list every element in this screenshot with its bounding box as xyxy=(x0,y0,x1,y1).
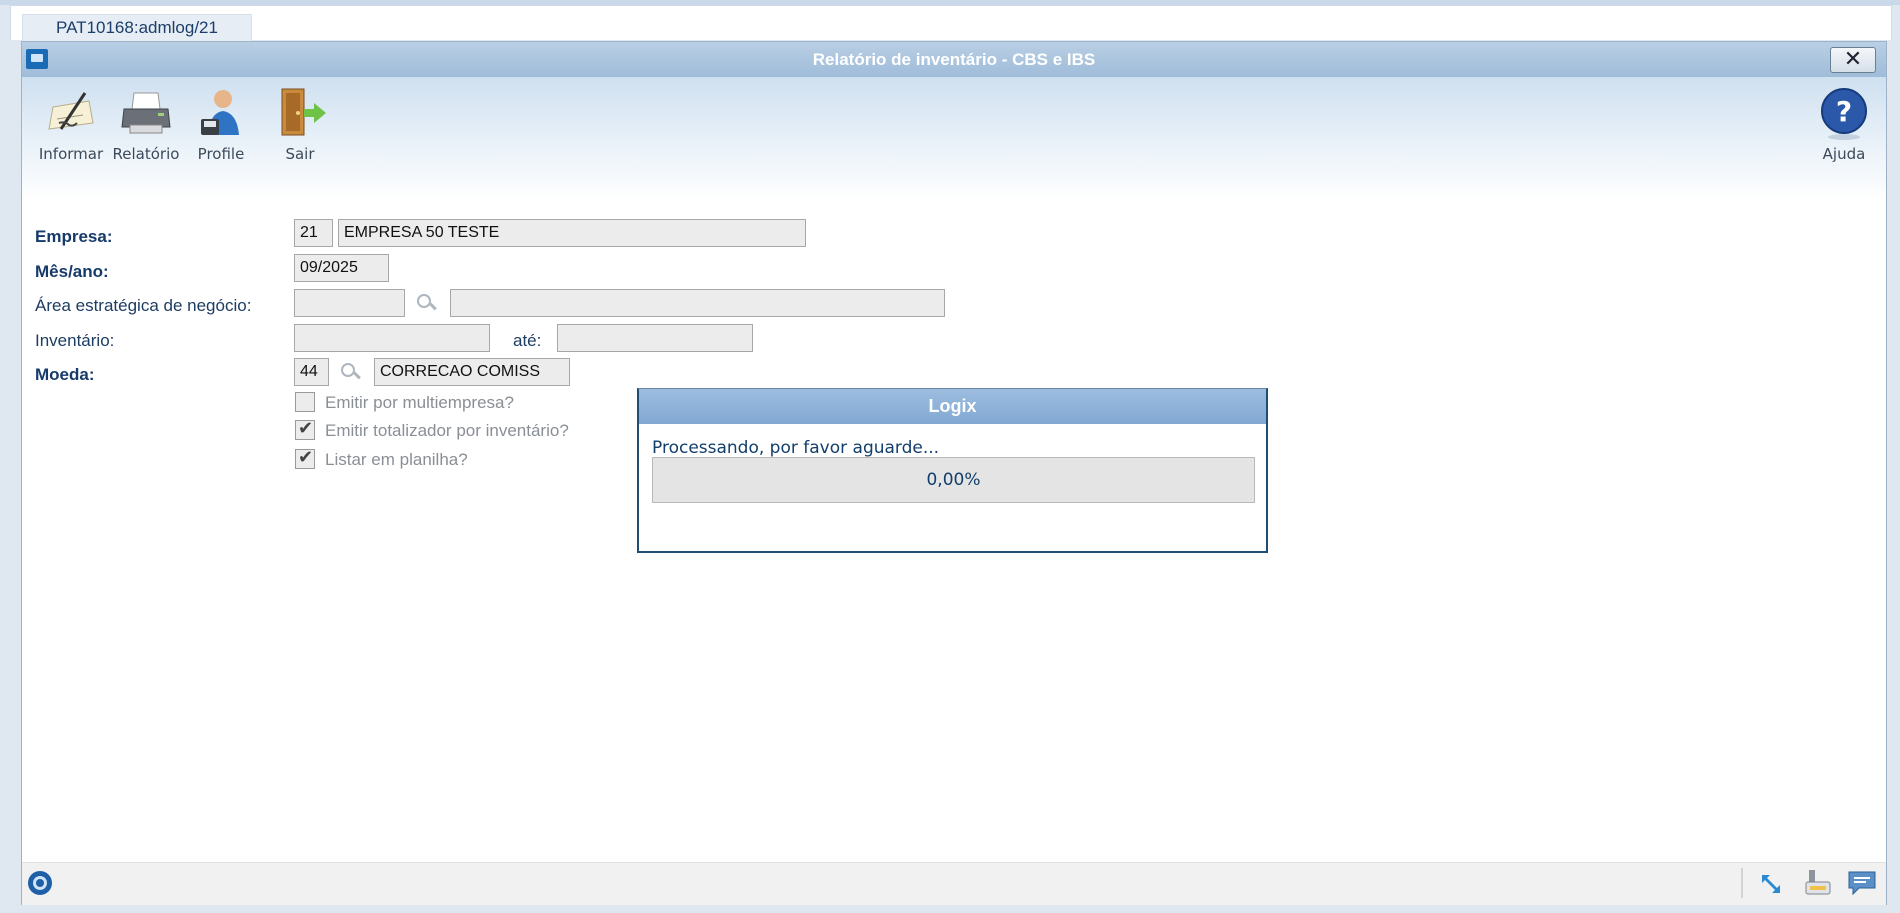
close-icon: ✕ xyxy=(1843,46,1863,71)
ate-label: até: xyxy=(513,331,542,350)
progress-bar: 0,00% xyxy=(652,457,1255,503)
area-code-input[interactable] xyxy=(294,289,405,317)
ajuda-button[interactable]: ? Ajuda xyxy=(1804,85,1884,177)
inventario-to-input[interactable] xyxy=(557,324,753,352)
totvs-logo-icon[interactable] xyxy=(27,870,53,896)
informar-label: Informar xyxy=(38,145,104,163)
window-titlebar: Relatório de inventário - CBS e IBS ✕ xyxy=(22,42,1886,77)
processing-message: Processando, por favor aguarde... xyxy=(652,438,940,458)
totalizador-label: Emitir totalizador por inventário? xyxy=(325,421,569,440)
multiempresa-label: Emitir por multiempresa? xyxy=(325,393,514,412)
resize-arrows-icon[interactable] xyxy=(1759,872,1783,896)
tools-icon[interactable] xyxy=(1803,868,1833,898)
planilha-checkbox[interactable] xyxy=(295,447,315,469)
relatorio-button[interactable]: Relatório xyxy=(106,85,186,177)
totalizador-checkbox[interactable] xyxy=(295,418,315,440)
chat-message-icon[interactable] xyxy=(1847,870,1877,896)
moeda-search-icon[interactable] xyxy=(340,362,360,382)
moeda-label: Moeda: xyxy=(35,365,95,384)
tab-session[interactable]: PAT10168:admlog/21 xyxy=(22,14,252,42)
exit-door-icon xyxy=(272,85,328,141)
user-profile-icon xyxy=(193,85,249,141)
profile-label: Profile xyxy=(197,145,245,163)
area-label: Área estratégica de negócio: xyxy=(35,296,252,315)
sair-label: Sair xyxy=(285,145,315,163)
relatorio-label: Relatório xyxy=(112,145,180,163)
progress-dialog: Logix Processando, por favor aguarde... … xyxy=(637,388,1268,553)
multiempresa-checkbox[interactable] xyxy=(295,392,315,412)
mes-ano-input[interactable]: 09/2025 xyxy=(294,254,389,282)
window-icon xyxy=(26,49,48,69)
mes-ano-label: Mês/ano: xyxy=(35,262,109,281)
close-button[interactable]: ✕ xyxy=(1830,47,1876,73)
svg-text:?: ? xyxy=(1836,95,1852,128)
area-desc-input[interactable] xyxy=(450,289,945,317)
empresa-name-input[interactable]: EMPRESA 50 TESTE xyxy=(338,219,806,247)
status-divider xyxy=(1741,868,1743,898)
profile-button[interactable]: Profile xyxy=(181,85,261,177)
area-search-icon[interactable] xyxy=(416,293,436,313)
help-icon: ? xyxy=(1816,85,1872,141)
empresa-label: Empresa: xyxy=(35,227,113,246)
empresa-code-input[interactable]: 21 xyxy=(294,219,333,247)
dialog-title: Logix xyxy=(639,389,1266,424)
sair-button[interactable]: Sair xyxy=(260,85,340,177)
status-bar xyxy=(22,862,1886,905)
inventario-label: Inventário: xyxy=(35,331,115,350)
tab-bar: PAT10168:admlog/21 xyxy=(10,5,1892,42)
window-title: Relatório de inventário - CBS e IBS xyxy=(812,50,1096,69)
inventario-from-input[interactable] xyxy=(294,324,490,352)
pen-paper-icon xyxy=(43,85,99,141)
moeda-desc-input[interactable]: CORRECAO COMISS xyxy=(374,358,570,386)
moeda-code-input[interactable]: 44 xyxy=(294,358,329,386)
planilha-label: Listar em planilha? xyxy=(325,450,468,469)
ajuda-label: Ajuda xyxy=(1822,145,1866,163)
printer-icon xyxy=(118,85,174,141)
progress-percent: 0,00% xyxy=(926,470,981,490)
informar-button[interactable]: Informar xyxy=(31,85,111,177)
